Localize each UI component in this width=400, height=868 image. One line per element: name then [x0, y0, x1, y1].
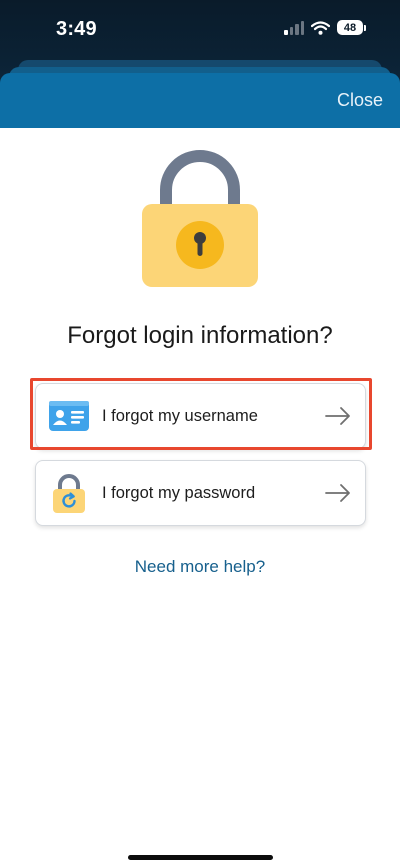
home-indicator: [128, 855, 273, 860]
forgot-password-option[interactable]: I forgot my password: [35, 460, 366, 526]
status-icons: 48: [284, 20, 366, 35]
status-time: 3:49: [56, 18, 97, 40]
padlock-icon: [142, 150, 258, 287]
top-bar: 3:49 48 Close: [0, 0, 400, 128]
cellular-signal-icon: [284, 20, 304, 35]
forgot-username-label: I forgot my username: [102, 406, 258, 425]
battery-icon: 48: [337, 20, 366, 35]
battery-level: 48: [337, 20, 363, 35]
need-more-help-link[interactable]: Need more help?: [0, 557, 400, 577]
id-card-icon: [48, 395, 90, 437]
lock-reset-icon: [48, 472, 90, 514]
arrow-right-icon: [325, 484, 350, 502]
forgot-username-option[interactable]: I forgot my username: [35, 383, 366, 449]
close-button[interactable]: Close: [337, 90, 383, 111]
arrow-right-icon: [325, 407, 350, 425]
forgot-password-label: I forgot my password: [102, 483, 256, 502]
page-title: Forgot login information?: [67, 322, 333, 349]
wifi-icon: [311, 20, 330, 35]
